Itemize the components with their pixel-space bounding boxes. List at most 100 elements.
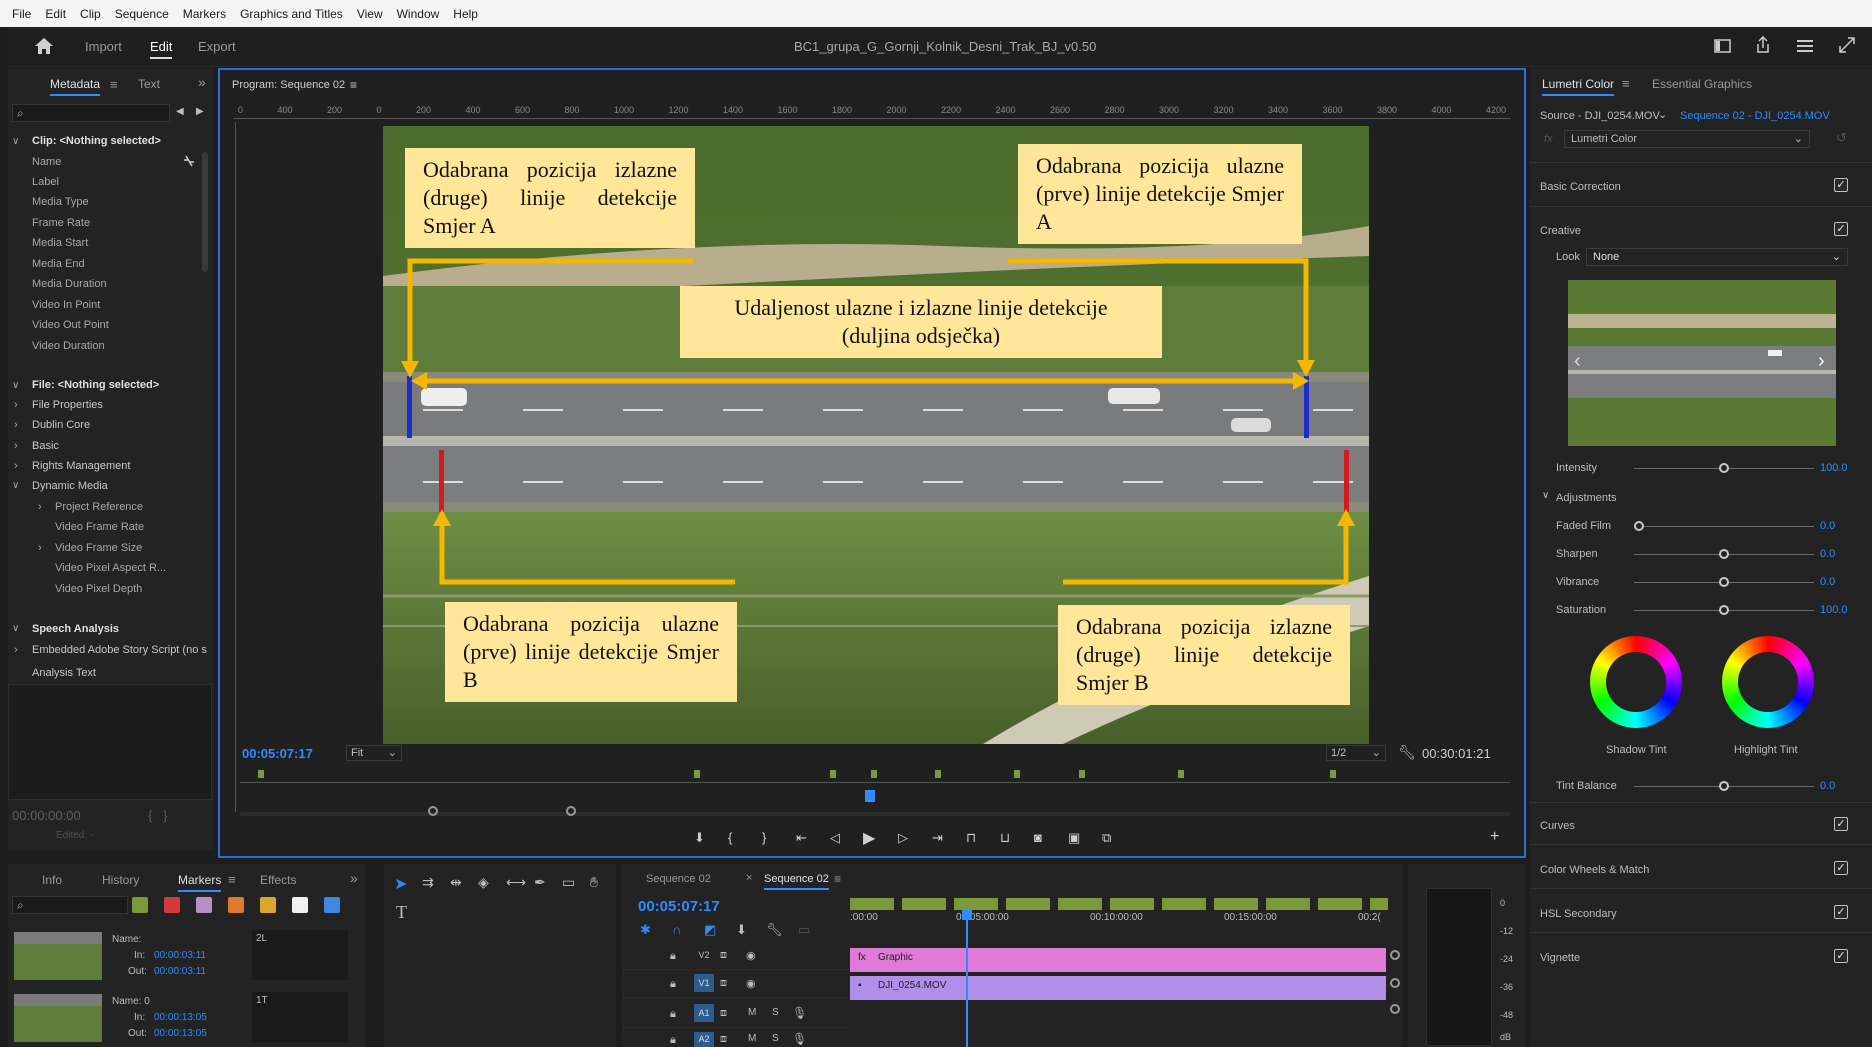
source-label[interactable]: Source - DJI_0254.MOV [1540, 110, 1660, 122]
shadow-tint-wheel[interactable] [1590, 636, 1682, 728]
marker-strip[interactable] [850, 898, 1388, 910]
swatch-yellow[interactable] [260, 897, 276, 913]
playhead-handle[interactable] [962, 910, 972, 920]
selection-tool-icon[interactable]: ➤ [394, 874, 407, 894]
section-color-wheels[interactable]: Color Wheels & Match [1540, 864, 1649, 876]
razor-tool-icon[interactable]: ◈ [478, 874, 489, 891]
program-timecode[interactable]: 00:05:07:17 [242, 746, 313, 761]
tab-sequence-02-a[interactable]: Sequence 02 [646, 873, 711, 885]
marker[interactable] [1178, 770, 1184, 778]
section-basic[interactable]: Basic [32, 440, 59, 452]
marker-list-item[interactable]: Name: 0 1T In: 00:00:13:05 Out: 00:00:13… [12, 990, 352, 1046]
tab-edit[interactable]: Edit [150, 39, 173, 59]
menu-view[interactable]: View [357, 7, 383, 21]
track-scroll-handle[interactable] [1390, 978, 1400, 988]
go-to-in-icon[interactable]: ⇤ [796, 830, 807, 846]
microphone-icon[interactable]: 🎙︎ [792, 1006, 807, 1020]
mute-icon[interactable]: M [748, 1007, 756, 1018]
in-out-brackets[interactable]: { } [148, 808, 168, 823]
intensity-value[interactable]: 100.0 [1820, 462, 1848, 474]
effect-select[interactable]: Lumetri Color ⌄ [1564, 130, 1810, 148]
marker-out-value[interactable]: 00:00:03:11 [154, 966, 206, 977]
add-button-icon[interactable]: + [1490, 828, 1499, 846]
workspaces-menu-icon[interactable] [1796, 38, 1814, 54]
lock-icon[interactable]: 🔒︎ [670, 1034, 676, 1047]
analysis-text-area[interactable] [8, 684, 212, 800]
menu-file[interactable]: File [12, 7, 31, 21]
home-icon[interactable] [34, 37, 54, 55]
color-wheels-checkbox[interactable]: ✓ [1834, 861, 1848, 875]
sharpen-knob[interactable] [1719, 549, 1729, 559]
solo-icon[interactable]: S [772, 1007, 779, 1018]
play-icon[interactable]: ▶ [863, 828, 875, 848]
track-scroll-handle[interactable] [1390, 950, 1400, 960]
chevron-left-icon[interactable]: ‹ [1574, 350, 1581, 373]
marker-name-field[interactable]: 2L [252, 930, 348, 980]
track-label-a1[interactable]: A1 [694, 1004, 714, 1022]
section-curves[interactable]: Curves [1540, 820, 1575, 832]
tab-lumetri-color[interactable]: Lumetri Color [1542, 77, 1615, 96]
chevron-right-icon[interactable]: › [38, 501, 42, 513]
marker-in-value[interactable]: 00:00:13:05 [154, 1012, 207, 1023]
solo-icon[interactable]: S [772, 1033, 779, 1044]
sync-lock-icon[interactable]: ⧈ [720, 1007, 727, 1020]
lock-icon[interactable]: 🔒︎ [670, 950, 676, 963]
swatch-blue[interactable] [324, 897, 340, 913]
swatch-orange[interactable] [228, 897, 244, 913]
track-scroll-handle[interactable] [1390, 1004, 1400, 1014]
marker[interactable] [1079, 770, 1085, 778]
next-icon[interactable]: ▶ [196, 106, 204, 117]
look-select[interactable]: None ⌄ [1586, 248, 1848, 266]
clip-dji-0254[interactable]: ▪ DJI_0254.MOV [850, 976, 1386, 1000]
tab-import[interactable]: Import [85, 39, 122, 54]
chevron-right-icon[interactable]: › [1818, 350, 1825, 373]
section-dynamic-media[interactable]: Dynamic Media [32, 480, 108, 492]
creative-checkbox[interactable]: ✓ [1834, 222, 1848, 236]
marker[interactable] [1014, 770, 1020, 778]
panel-menu-icon[interactable]: ≡ [834, 872, 841, 886]
chevron-right-icon[interactable]: › [14, 644, 18, 656]
panel-menu-icon[interactable]: ≡ [1622, 76, 1630, 91]
step-back-icon[interactable]: ◁ [830, 830, 840, 846]
marker-out-value[interactable]: 00:00:13:05 [154, 1028, 207, 1039]
section-rights[interactable]: Rights Management [32, 460, 130, 472]
chevron-right-icon[interactable]: › [14, 399, 18, 411]
rectangle-tool-icon[interactable]: ▭ [562, 874, 575, 891]
vibrance-knob[interactable] [1719, 577, 1729, 587]
close-icon[interactable]: × [746, 872, 752, 884]
timeline-track-area[interactable]: :00:00 00:05:00:00 00:10:00:00 00:15:00:… [850, 894, 1388, 1047]
marker[interactable] [871, 770, 877, 778]
menu-window[interactable]: Window [397, 7, 440, 21]
swatch-white[interactable] [292, 897, 308, 913]
track-label-v2[interactable]: V2 [694, 946, 714, 964]
sync-lock-icon[interactable]: ⧈ [720, 1033, 727, 1046]
tab-essential-graphics[interactable]: Essential Graphics [1652, 77, 1752, 91]
tab-export[interactable]: Export [198, 39, 236, 54]
panel-menu-icon[interactable]: ≡ [110, 77, 118, 92]
menu-graphics-titles[interactable]: Graphics and Titles [240, 7, 343, 21]
chevron-down-icon[interactable]: ∨ [1542, 490, 1549, 501]
section-hsl-secondary[interactable]: HSL Secondary [1540, 908, 1617, 920]
tab-sequence-02-b[interactable]: Sequence 02 [764, 873, 829, 890]
saturation-value[interactable]: 100.0 [1820, 604, 1848, 616]
menu-help[interactable]: Help [453, 7, 478, 21]
section-creative[interactable]: Creative [1540, 225, 1581, 237]
captions-icon[interactable]: ▭ [798, 922, 810, 938]
panel-overflow-icon[interactable]: » [198, 74, 206, 90]
tint-balance-value[interactable]: 0.0 [1820, 780, 1835, 792]
marker[interactable] [1330, 770, 1336, 778]
pen-tool-icon[interactable]: ✒︎ [534, 874, 546, 891]
nest-icon[interactable]: ◩ [704, 922, 716, 938]
reset-icon[interactable]: ↺ [1836, 130, 1847, 146]
chevron-down-icon[interactable]: ∨ [12, 623, 19, 634]
panel-menu-icon[interactable]: ≡ [350, 78, 357, 92]
resolution-select[interactable]: 1/2 ⌄ [1326, 745, 1386, 761]
add-marker-icon[interactable]: ⬇︎ [736, 922, 747, 938]
embedded-story-script[interactable]: Embedded Adobe Story Script (no s [32, 644, 207, 656]
slip-tool-icon[interactable]: ⟷ [506, 874, 526, 891]
eye-icon[interactable]: ◉ [746, 949, 756, 962]
add-marker-icon[interactable]: ⬇︎ [694, 830, 705, 846]
vignette-checkbox[interactable]: ✓ [1834, 949, 1848, 963]
track-label-v1[interactable]: V1 [694, 974, 714, 992]
marker[interactable] [258, 770, 264, 778]
